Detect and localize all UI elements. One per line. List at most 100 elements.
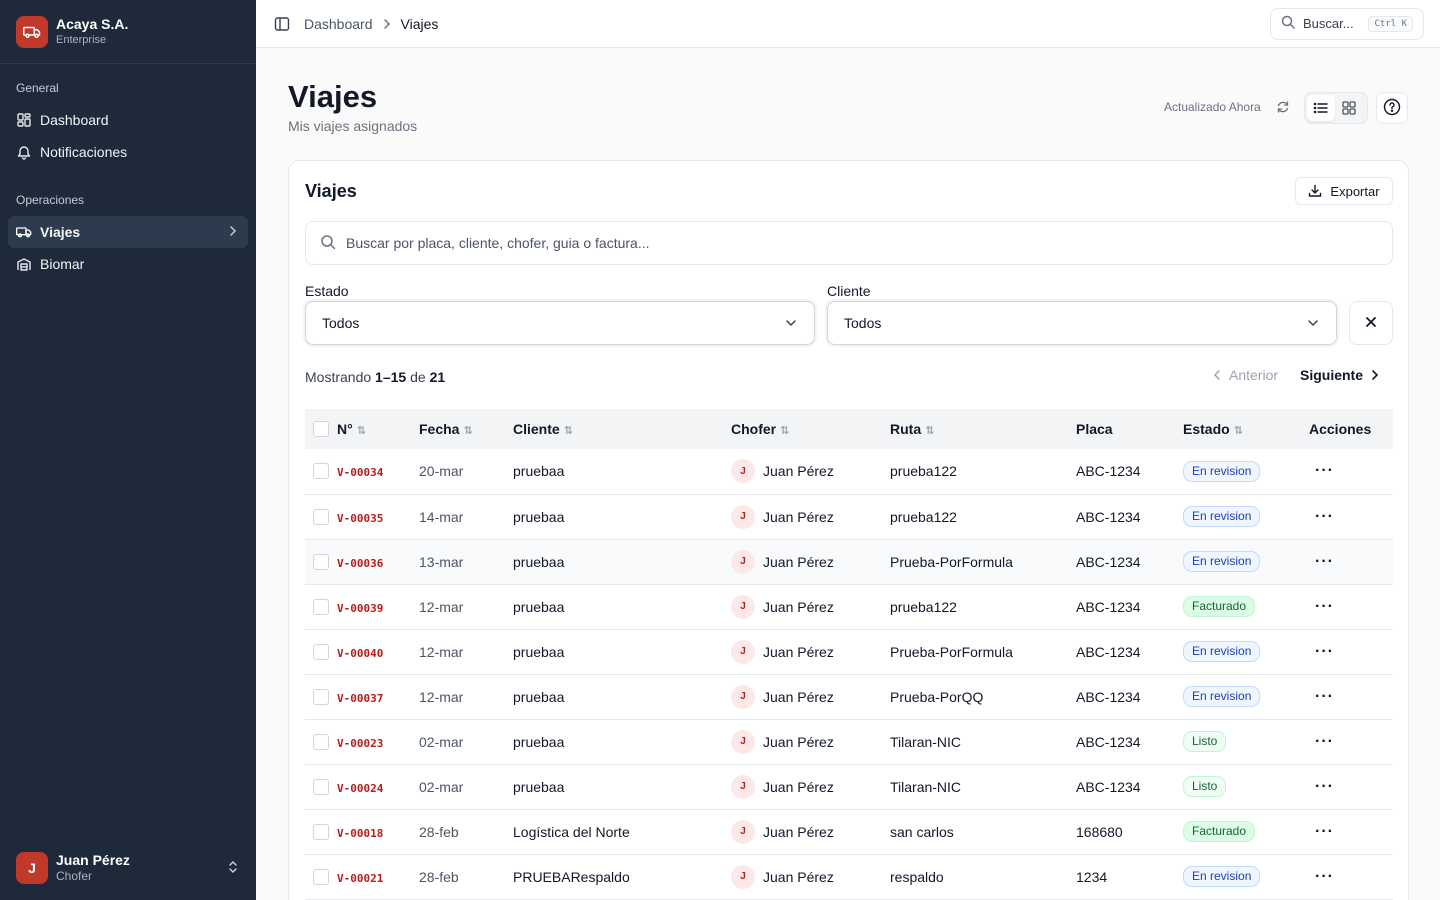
trips-search-input[interactable] [346, 235, 1246, 251]
row-checkbox[interactable] [313, 778, 329, 795]
estado-filter-value: Todos [322, 315, 360, 331]
avatar: J [731, 819, 755, 844]
help-button[interactable] [1376, 92, 1408, 124]
sidebar-item-viajes[interactable]: Viajes [8, 216, 248, 248]
results-count: Mostrando 1–15 de 21 [305, 369, 445, 385]
trip-id-link[interactable]: V-00024 [337, 782, 383, 795]
row-checkbox[interactable] [313, 643, 329, 660]
pager-next-label: Siguiente [1300, 367, 1364, 383]
more-actions-icon[interactable]: ··· [1309, 688, 1334, 705]
row-checkbox[interactable] [313, 688, 329, 705]
table-row[interactable]: V-00034 20-mar pruebaa J Juan Pérez prueba122… [305, 449, 1393, 494]
trip-plate: ABC-1234 [1076, 463, 1141, 480]
trip-date: 28-feb [419, 823, 459, 840]
trip-id-link[interactable]: V-00037 [337, 692, 383, 705]
avatar: J [731, 504, 755, 529]
row-checkbox[interactable] [313, 463, 329, 480]
showing-total: 21 [429, 369, 446, 385]
trip-id-link[interactable]: V-00040 [337, 647, 383, 660]
column-header-fecha[interactable]: Fecha ⇅ [419, 409, 513, 449]
sidebar-item-biomar[interactable]: Biomar [8, 248, 248, 280]
cliente-filter-select[interactable]: Todos [827, 301, 1337, 345]
list-view-icon[interactable] [1307, 95, 1335, 121]
table-row[interactable]: V-00021 28-feb PRUEBARespaldo J Juan Pérez re… [305, 854, 1393, 899]
trip-id-link[interactable]: V-00034 [337, 466, 383, 479]
trip-id-link[interactable]: V-00035 [337, 512, 383, 525]
pager-previous-button[interactable]: Anterior [1205, 367, 1278, 383]
column-header-numero[interactable]: N° ⇅ [337, 409, 419, 449]
table-row[interactable]: V-00024 02-mar pruebaa J Juan Pérez Tilaran-N… [305, 764, 1393, 809]
more-actions-icon[interactable]: ··· [1309, 868, 1334, 885]
sidebar-item-notificaciones[interactable]: Notificaciones [8, 136, 248, 168]
trip-id-link[interactable]: V-00039 [337, 602, 383, 615]
column-header-chofer[interactable]: Chofer ⇅ [731, 409, 890, 449]
trip-driver: J Juan Pérez [731, 729, 890, 754]
column-header-acciones: Acciones [1309, 421, 1372, 437]
row-checkbox[interactable] [313, 823, 329, 840]
row-checkbox[interactable] [313, 598, 329, 615]
more-actions-icon[interactable]: ··· [1309, 823, 1334, 840]
sidebar-toggle-icon[interactable] [272, 14, 292, 34]
clear-filters-button[interactable] [1349, 301, 1393, 345]
refresh-icon[interactable] [1276, 100, 1290, 114]
table-row[interactable]: V-00023 02-mar pruebaa J Juan Pérez Tilaran-N… [305, 719, 1393, 764]
more-actions-icon[interactable]: ··· [1309, 508, 1334, 525]
global-search-button[interactable]: Buscar... Ctrl K [1270, 7, 1424, 40]
trip-date: 13-mar [419, 553, 464, 570]
breadcrumb-dashboard[interactable]: Dashboard [304, 16, 373, 32]
breadcrumb-viajes: Viajes [400, 15, 439, 32]
row-checkbox[interactable] [313, 868, 329, 885]
trip-date: 02-mar [419, 733, 464, 750]
select-all-checkbox[interactable] [313, 421, 329, 437]
row-checkbox[interactable] [313, 733, 329, 750]
table-row[interactable]: V-00035 14-mar pruebaa J Juan Pérez prueba122… [305, 494, 1393, 539]
sidebar-item-label: Viajes [40, 224, 81, 240]
more-actions-icon[interactable]: ··· [1309, 778, 1334, 795]
chevrons-up-down-icon [226, 860, 240, 877]
user-name: Juan Pérez [56, 852, 130, 868]
trip-plate: ABC-1234 [1076, 643, 1141, 660]
trip-route: respaldo [890, 868, 944, 885]
user-menu[interactable]: J Juan Pérez Chofer [0, 836, 256, 900]
row-checkbox[interactable] [313, 508, 329, 525]
trip-driver: J Juan Pérez [731, 459, 890, 484]
sidebar-item-label: Dashboard [40, 112, 109, 128]
trip-id-link[interactable]: V-00036 [337, 557, 383, 570]
export-button[interactable]: Exportar [1295, 177, 1393, 205]
trip-id-link[interactable]: V-00018 [337, 827, 383, 840]
more-actions-icon[interactable]: ··· [1309, 643, 1334, 660]
table-row[interactable]: V-00039 12-mar pruebaa J Juan Pérez prueba122… [305, 584, 1393, 629]
trip-route: Prueba-PorFormula [890, 553, 1013, 570]
trip-date: 20-mar [419, 463, 464, 480]
table-row[interactable]: V-00040 12-mar pruebaa J Juan Pérez Prueba-Po… [305, 629, 1393, 674]
trip-id-link[interactable]: V-00021 [337, 872, 383, 885]
table-row[interactable]: V-00018 28-feb Logística del Norte J Juan Pé… [305, 809, 1393, 854]
company-switcher[interactable]: Acaya S.A. Enterprise [0, 0, 256, 64]
trips-card: Viajes Exportar Estado Todos Cliente Tod… [288, 160, 1409, 900]
more-actions-icon[interactable]: ··· [1309, 733, 1334, 750]
driver-name: Juan Pérez [763, 463, 834, 480]
avatar: J [731, 774, 755, 799]
table-row[interactable]: V-00036 13-mar pruebaa J Juan Pérez Prueba-Po… [305, 539, 1393, 584]
sort-icon: ⇅ [463, 425, 473, 437]
topbar: Dashboard Viajes Buscar... Ctrl K [256, 0, 1440, 48]
trip-id-link[interactable]: V-00023 [337, 737, 383, 750]
more-actions-icon[interactable]: ··· [1309, 553, 1334, 570]
more-actions-icon[interactable]: ··· [1309, 462, 1334, 479]
column-header-ruta[interactable]: Ruta ⇅ [890, 409, 1076, 449]
trip-date: 12-mar [419, 688, 464, 705]
row-checkbox[interactable] [313, 553, 329, 570]
grid-view-icon[interactable] [1335, 95, 1363, 121]
sidebar-item-dashboard[interactable]: Dashboard [8, 104, 248, 136]
column-header-cliente[interactable]: Cliente ⇅ [513, 409, 731, 449]
table-row[interactable]: V-00037 12-mar pruebaa J Juan Pérez Prueba-Po… [305, 674, 1393, 719]
status-badge: Facturado [1183, 596, 1256, 617]
trip-date: 12-mar [419, 643, 464, 660]
grid-icon [16, 112, 32, 128]
sidebar-item-label: Notificaciones [40, 144, 128, 160]
column-header-estado[interactable]: Estado ⇅ [1183, 409, 1309, 449]
estado-filter-select[interactable]: Todos [305, 301, 815, 345]
pager-next-button[interactable]: Siguiente [1300, 367, 1387, 383]
table-header-row: N° ⇅ Fecha ⇅ Cliente ⇅ Chofer ⇅ Ruta ⇅ Placa … [305, 409, 1393, 449]
more-actions-icon[interactable]: ··· [1309, 598, 1334, 615]
